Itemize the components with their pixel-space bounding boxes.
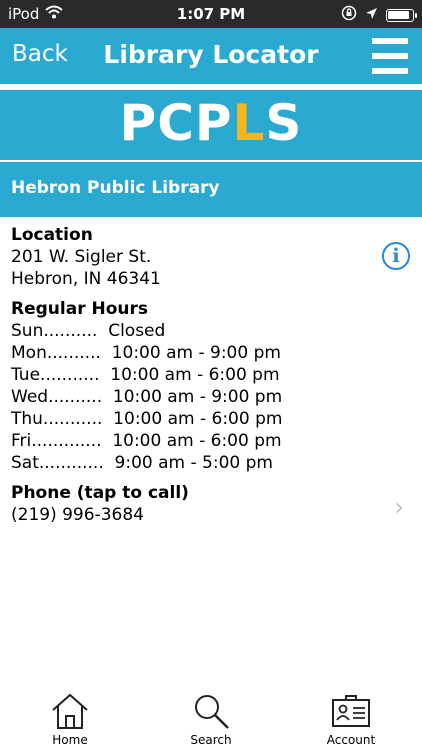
- phone-title: Phone (tap to call): [11, 483, 189, 503]
- rotation-lock-icon: [341, 5, 357, 25]
- library-header: Hebron Public Library: [0, 162, 422, 217]
- info-icon[interactable]: i: [382, 242, 410, 270]
- logo-banner: PCPLS: [0, 90, 422, 160]
- page-title: Library Locator: [103, 40, 319, 69]
- tab-search-label: Search: [190, 733, 232, 747]
- status-bar: iPod 1:07 PM: [0, 0, 422, 28]
- hours-row: Wed.......... 10:00 am - 9:00 pm: [11, 387, 283, 407]
- hours-row: Fri............. 10:00 am - 6:00 pm: [11, 431, 282, 451]
- location-street: 201 W. Sigler St.: [11, 247, 152, 267]
- phone-section[interactable]: Phone (tap to call) (219) 996-3684: [11, 482, 411, 526]
- chevron-right-icon[interactable]: ›: [394, 493, 404, 521]
- tab-account[interactable]: Account: [306, 692, 396, 747]
- search-icon: [195, 695, 229, 729]
- hamburger-menu-icon[interactable]: [372, 38, 408, 74]
- hours-row: Sun.......... Closed: [11, 321, 166, 341]
- hours-section: Regular Hours Sun.......... Closed Mon..…: [11, 298, 411, 474]
- tab-account-label: Account: [326, 733, 376, 747]
- hours-title: Regular Hours: [11, 299, 149, 319]
- tab-home-label: Home: [52, 733, 88, 747]
- status-right: [341, 5, 417, 25]
- phone-number[interactable]: (219) 996-3684: [11, 504, 411, 526]
- hours-row: Tue........... 10:00 am - 6:00 pm: [11, 365, 280, 385]
- tab-home[interactable]: Home: [25, 692, 115, 747]
- location-title: Location: [11, 225, 93, 245]
- location-section[interactable]: Location 201 W. Sigler St. Hebron, IN 46…: [11, 224, 411, 290]
- tab-search[interactable]: Search: [166, 692, 256, 747]
- battery-icon: [386, 8, 417, 22]
- pcpls-logo: PCPLS: [119, 94, 303, 152]
- location-arrow-icon: [365, 6, 378, 24]
- home-icon: [52, 693, 88, 729]
- library-details: Location 201 W. Sigler St. Hebron, IN 46…: [11, 224, 411, 534]
- hours-row: Mon.......... 10:00 am - 9:00 pm: [11, 343, 281, 363]
- tab-bar: Home Search Account: [0, 688, 422, 750]
- location-city: Hebron, IN 46341: [11, 269, 161, 289]
- account-card-icon: [332, 695, 370, 727]
- library-name: Hebron Public Library: [11, 178, 220, 198]
- hours-row: Sat............ 9:00 am - 5:00 pm: [11, 453, 273, 473]
- nav-bar: Back Library Locator: [0, 28, 422, 84]
- hours-row: Thu........... 10:00 am - 6:00 pm: [11, 409, 283, 429]
